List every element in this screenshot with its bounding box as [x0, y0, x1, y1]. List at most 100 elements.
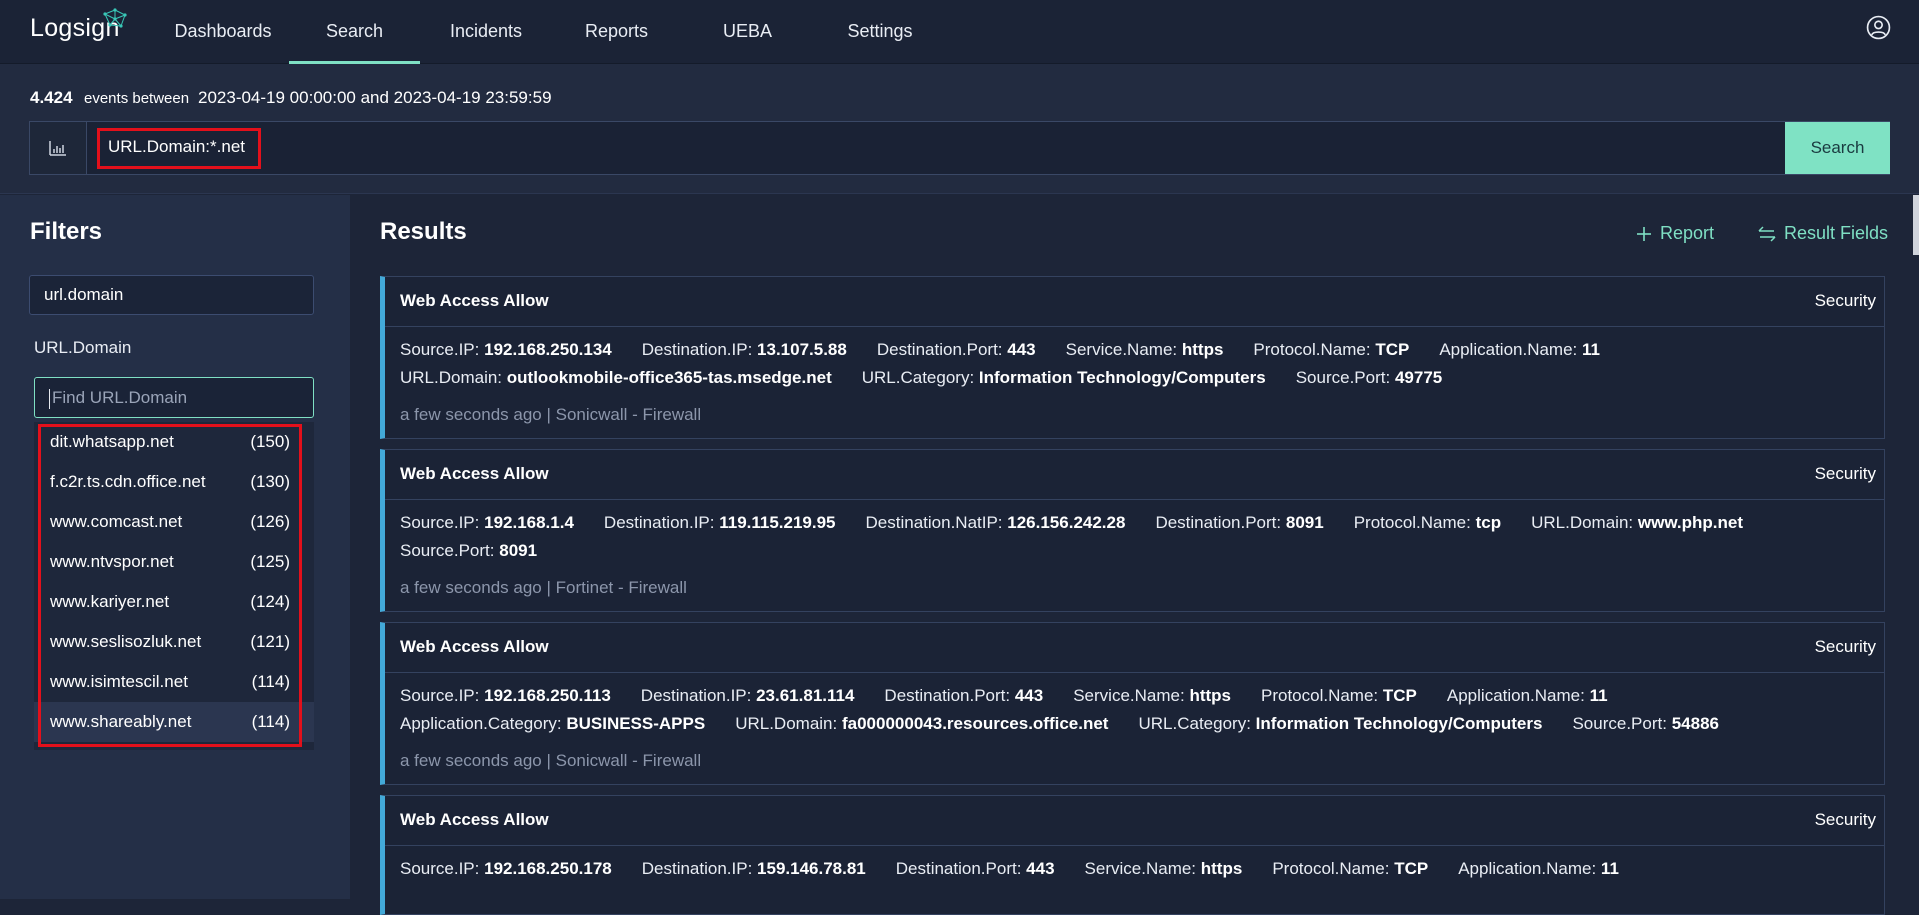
nav-incidents[interactable]: Incidents — [437, 0, 535, 64]
field-value: 192.168.1.4 — [484, 513, 574, 532]
card-title: Web Access Allow — [400, 637, 549, 656]
find-value-placeholder: Find URL.Domain — [52, 388, 188, 407]
card-footer: a few seconds ago | Sonicwall - Firewall — [400, 405, 702, 424]
report-button[interactable]: Report — [1636, 223, 1714, 244]
field-value: 11 — [1600, 859, 1619, 878]
card-fields-line: Source.Port: 8091 — [400, 541, 567, 561]
events-between-label: events between — [84, 90, 190, 107]
nav-dashboards[interactable]: Dashboards — [166, 0, 280, 64]
field-value: www.php.net — [1637, 513, 1744, 532]
field-pair[interactable]: Source.IP: 192.168.1.4 — [400, 513, 574, 532]
field-pair[interactable]: Destination.IP: 23.61.81.114 — [641, 686, 855, 705]
field-pair[interactable]: URL.Category: Information Technology/Com… — [862, 368, 1266, 387]
field-key: Application.Category: — [400, 714, 562, 733]
field-key: Protocol.Name: — [1260, 686, 1379, 705]
nav-reports[interactable]: Reports — [570, 0, 663, 64]
field-pair[interactable]: Service.Name: https — [1085, 859, 1243, 878]
field-value: 119.115.219.95 — [719, 513, 836, 532]
field-pair[interactable]: Source.Port: 54886 — [1572, 714, 1719, 733]
top-nav: Logsign Dashboards Search Incidents Repo… — [0, 0, 1919, 64]
card-header: Web Access Allow Security — [385, 277, 1884, 327]
field-key: Source.Port: — [1572, 714, 1667, 733]
field-pair[interactable]: Application.Category: BUSINESS-APPS — [400, 714, 705, 733]
field-pair[interactable]: Service.Name: https — [1073, 686, 1231, 705]
field-pair[interactable]: Protocol.Name: TCP — [1253, 340, 1409, 359]
field-filter-input[interactable]: url.domain — [29, 275, 314, 315]
field-pair[interactable]: Source.Port: 8091 — [400, 541, 537, 560]
scrollbar[interactable] — [1913, 195, 1919, 255]
field-key: Destination.NatIP: — [865, 513, 1003, 532]
field-pair[interactable]: Destination.Port: 8091 — [1155, 513, 1323, 532]
field-value: 443 — [1007, 340, 1036, 359]
time-range[interactable]: 2023-04-19 00:00:00 and 2023-04-19 23:59… — [198, 88, 552, 108]
field-value: BUSINESS-APPS — [566, 714, 706, 733]
field-value: 443 — [1026, 859, 1055, 878]
nav-search[interactable]: Search — [289, 0, 420, 64]
field-value: Information Technology/Computers — [1255, 714, 1543, 733]
result-card[interactable]: Web Access Allow Security Source.IP: 192.1… — [380, 276, 1885, 439]
field-key: Application.Name: — [1446, 686, 1585, 705]
card-title: Web Access Allow — [400, 291, 549, 310]
field-key: Destination.IP: — [641, 340, 753, 359]
field-pair[interactable]: Destination.Port: 443 — [877, 340, 1036, 359]
field-pair[interactable]: Protocol.Name: TCP — [1272, 859, 1428, 878]
result-card[interactable]: Web Access Allow Security Source.IP: 192.1… — [380, 449, 1885, 612]
field-key: Source.IP: — [400, 340, 480, 359]
field-pair[interactable]: Source.IP: 192.168.250.134 — [400, 340, 612, 359]
field-pair[interactable]: Application.Name: 11 — [1447, 686, 1608, 705]
field-pair[interactable]: Application.Name: 11 — [1439, 340, 1600, 359]
field-key: Destination.IP: — [640, 686, 752, 705]
search-query-bar[interactable] — [29, 121, 1890, 175]
field-key: URL.Category: — [1138, 714, 1251, 733]
field-key: Source.Port: — [1295, 368, 1391, 387]
result-card[interactable]: Web Access Allow Security Source.IP: 192.1… — [380, 795, 1885, 915]
field-pair[interactable]: Destination.Port: 443 — [884, 686, 1043, 705]
field-value: 192.168.250.178 — [484, 859, 612, 878]
field-pair[interactable]: Service.Name: https — [1066, 340, 1224, 359]
field-value: TCP — [1394, 859, 1429, 878]
field-pair[interactable]: Application.Name: 11 — [1458, 859, 1619, 878]
nav-settings[interactable]: Settings — [830, 0, 930, 64]
card-footer: a few seconds ago | Fortinet - Firewall — [400, 578, 687, 597]
field-value: tcp — [1475, 513, 1502, 532]
field-value: 443 — [1014, 686, 1044, 705]
field-value: https — [1200, 859, 1243, 878]
field-value: 126.156.242.28 — [1007, 513, 1126, 532]
field-pair[interactable]: Destination.IP: 159.146.78.81 — [642, 859, 866, 878]
result-card[interactable]: Web Access Allow Security Source.IP: 192.1… — [380, 622, 1885, 785]
results-title: Results — [380, 218, 467, 245]
plus-icon — [1637, 226, 1651, 241]
field-value: https — [1189, 686, 1231, 705]
user-account-icon[interactable] — [1866, 15, 1891, 40]
field-key: Service.Name: — [1065, 340, 1178, 359]
field-key: Source.IP: — [400, 859, 480, 878]
histogram-toggle-button[interactable] — [29, 121, 87, 175]
find-value-input[interactable]: Find URL.Domain — [34, 377, 314, 418]
field-pair[interactable]: Protocol.Name: TCP — [1261, 686, 1417, 705]
card-category: Security — [1814, 291, 1876, 310]
card-title: Web Access Allow — [400, 810, 549, 829]
field-pair[interactable]: URL.Domain: fa000000043.resources.office… — [735, 714, 1108, 733]
field-pair[interactable]: Destination.Port: 443 — [896, 859, 1055, 878]
result-fields-label: Result Fields — [1784, 223, 1889, 243]
card-category: Security — [1814, 464, 1876, 483]
result-fields-button[interactable]: Result Fields — [1758, 223, 1888, 244]
event-count: 4.424 — [30, 88, 73, 107]
field-pair[interactable]: URL.Category: Information Technology/Com… — [1138, 714, 1542, 733]
field-pair[interactable]: URL.Domain: outlookmobile-office365-tas.… — [400, 368, 832, 387]
field-pair[interactable]: Destination.IP: 119.115.219.95 — [604, 513, 836, 532]
search-button[interactable]: Search — [1785, 122, 1890, 174]
field-key: Source.IP: — [400, 513, 480, 532]
field-pair[interactable]: Source.IP: 192.168.250.113 — [400, 686, 611, 705]
field-pair[interactable]: Destination.IP: 13.107.5.88 — [642, 340, 847, 359]
field-pair[interactable]: Source.IP: 192.168.250.178 — [400, 859, 612, 878]
field-value: TCP — [1382, 686, 1417, 705]
field-pair[interactable]: Source.Port: 49775 — [1296, 368, 1443, 387]
field-value: 192.168.250.134 — [484, 340, 612, 359]
nav-ueba[interactable]: UEBA — [700, 0, 795, 64]
field-pair[interactable]: URL.Domain: www.php.net — [1531, 513, 1743, 532]
field-pair[interactable]: Protocol.Name: tcp — [1354, 513, 1501, 532]
bar-chart-icon — [49, 141, 66, 156]
field-name-label[interactable]: URL.Domain — [34, 338, 131, 358]
field-pair[interactable]: Destination.NatIP: 126.156.242.28 — [866, 513, 1126, 532]
